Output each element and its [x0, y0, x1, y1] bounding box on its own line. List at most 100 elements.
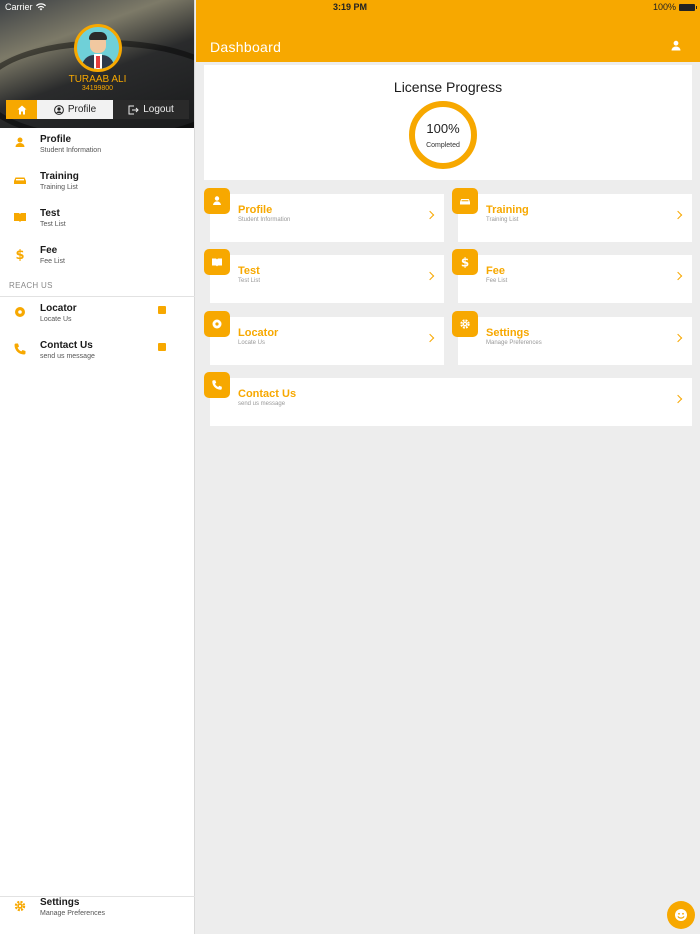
sidebar-item-subtitle: Training List — [40, 184, 78, 191]
user-circle-icon — [53, 104, 64, 115]
progress-value: 100% — [426, 121, 460, 136]
chevron-right-icon — [673, 210, 683, 220]
sidebar-item-title: Training — [40, 171, 79, 182]
battery-percent: 100% — [652, 2, 676, 12]
gear-icon — [460, 319, 470, 329]
sidebar-item-test[interactable]: Test Test List — [0, 206, 195, 240]
tile-title: Training — [486, 204, 529, 216]
tile-title: Test — [238, 265, 260, 277]
tile-training[interactable]: Training Training List — [452, 188, 692, 242]
chat-button[interactable] — [667, 901, 695, 929]
tile-locator[interactable]: Locator Locate Us — [204, 311, 444, 365]
car-icon — [14, 177, 26, 184]
progress-title: License Progress — [393, 79, 503, 95]
tile-fee[interactable]: $ Fee Fee List — [452, 249, 692, 303]
tile-test[interactable]: Test Test List — [204, 249, 444, 303]
page-title: Dashboard — [210, 39, 282, 55]
external-link-icon — [158, 306, 166, 314]
sidebar-item-subtitle: Manage Preferences — [40, 910, 105, 917]
license-progress-card: License Progress 100% Completed — [204, 65, 692, 180]
sidebar-item-subtitle: Fee List — [40, 258, 65, 265]
tile-title: Locator — [238, 327, 279, 339]
tile-subtitle: send us message — [238, 401, 286, 407]
tile-subtitle: Manage Preferences — [486, 340, 542, 346]
chevron-right-icon — [425, 210, 435, 220]
logout-tab-label: Logout — [143, 104, 174, 115]
tile-badge — [204, 372, 230, 398]
tile-title: Settings — [486, 327, 530, 339]
logout-tab[interactable]: Logout — [113, 100, 189, 119]
tile-profile[interactable]: Profile Student Information — [204, 188, 444, 242]
profile-tab[interactable]: Profile — [37, 100, 113, 119]
tile-subtitle: Locate Us — [238, 340, 266, 346]
sidebar-item-title: Settings — [40, 897, 80, 908]
progress-label: Completed — [426, 142, 460, 149]
battery-icon — [679, 3, 697, 11]
tile-badge: $ — [452, 249, 478, 275]
svg-text:$: $ — [15, 248, 24, 261]
phone-icon — [14, 343, 26, 355]
chevron-right-icon — [673, 394, 683, 404]
sidebar-item-subtitle: Student Information — [40, 147, 102, 154]
tile-subtitle: Fee List — [486, 278, 508, 284]
tile-settings[interactable]: Settings Manage Preferences — [452, 311, 692, 365]
sidebar-item-contact-us[interactable]: Contact Us send us message — [0, 338, 195, 372]
tile-subtitle: Test List — [238, 278, 261, 284]
section-label-reach-us: REACH US — [9, 281, 53, 290]
dollar-icon: $ — [461, 256, 469, 268]
external-link-icon — [158, 343, 166, 351]
chevron-right-icon — [425, 271, 435, 281]
chevron-right-icon — [673, 271, 683, 281]
svg-text:$: $ — [461, 256, 469, 268]
sidebar-item-training[interactable]: Training Training List — [0, 169, 195, 203]
tile-subtitle: Training List — [486, 217, 519, 223]
tile-badge — [204, 311, 230, 337]
sidebar-item-title: Contact Us — [40, 340, 93, 351]
sidebar-item-subtitle: Locate Us — [40, 316, 72, 323]
user-icon — [213, 196, 221, 205]
user-id: 34199800 — [81, 85, 114, 92]
tile-title: Contact Us — [238, 388, 297, 400]
logout-icon — [128, 105, 139, 114]
sidebar-item-title: Profile — [40, 134, 72, 145]
sidebar-item-fee[interactable]: $ Fee Fee List — [0, 243, 195, 277]
tile-contact-us[interactable]: Contact Us send us message — [204, 372, 692, 426]
home-icon — [17, 105, 26, 114]
clock: 3:19 PM — [332, 2, 367, 12]
main-content: Dashboard License Progress 100% Complete… — [196, 0, 700, 934]
tile-title: Fee — [486, 265, 505, 277]
tile-badge — [204, 188, 230, 214]
location-icon — [15, 307, 25, 317]
tile-badge — [204, 249, 230, 275]
status-bar: Carrier 3:19 PM 100% — [0, 0, 700, 14]
gear-icon — [14, 900, 26, 912]
sidebar-item-subtitle: Test List — [40, 221, 66, 228]
drawer-tabs: Profile Logout — [6, 100, 189, 119]
tile-badge — [452, 188, 478, 214]
side-drawer: TURAAB ALI 34199800 Profile Logout Profi… — [0, 0, 195, 934]
home-tab[interactable] — [6, 100, 37, 119]
book-icon — [14, 213, 26, 222]
book-icon — [212, 258, 222, 267]
sidebar-item-subtitle: send us message — [40, 353, 95, 360]
user-icon[interactable] — [670, 40, 682, 52]
progress-ring: 100% Completed — [409, 101, 477, 169]
sidebar-item-profile[interactable]: Profile Student Information — [0, 132, 195, 166]
user-name: TURAAB ALI — [68, 74, 127, 85]
profile-tab-label: Profile — [67, 104, 97, 115]
user-icon — [15, 137, 25, 147]
tile-title: Profile — [238, 204, 273, 216]
tile-subtitle: Student Information — [238, 217, 291, 223]
divider — [0, 296, 195, 297]
sidebar-item-locator[interactable]: Locator Locate Us — [0, 301, 195, 335]
sidebar-item-settings[interactable]: Settings Manage Preferences — [0, 895, 195, 929]
avatar[interactable] — [74, 24, 122, 72]
profile-header: TURAAB ALI 34199800 Profile Logout — [0, 0, 194, 128]
car-icon — [460, 199, 470, 205]
tile-badge — [452, 311, 478, 337]
battery-indicator: 100% — [652, 2, 697, 12]
sidebar-item-title: Test — [40, 208, 60, 219]
dollar-icon: $ — [15, 248, 24, 261]
smiley-icon — [675, 909, 687, 921]
sidebar-item-title: Locator — [40, 303, 77, 314]
